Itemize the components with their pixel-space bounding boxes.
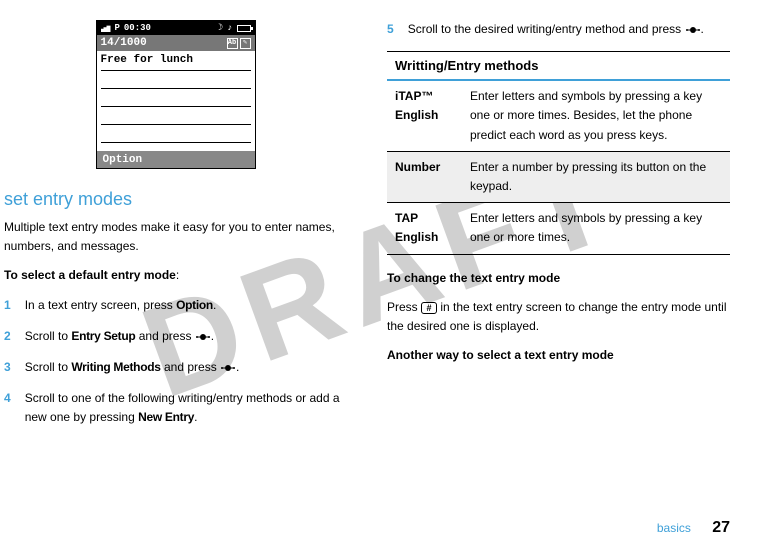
step-text: Scroll to Entry Setup and press .: [25, 327, 214, 346]
phone-status-bar: P 00:30 ☽ ♪: [97, 21, 255, 35]
step-number: 5: [387, 20, 394, 39]
text-fragment: Press: [387, 300, 421, 314]
step-3: 3 Scroll to Writing Methods and press .: [4, 358, 347, 377]
text-fragment: .: [194, 410, 197, 424]
ui-label: New Entry: [138, 410, 194, 424]
phone-counter-bar: 14/1000 Ab ✎: [97, 35, 255, 51]
method-desc: Enter a number by pressing its button on…: [462, 151, 730, 202]
select-heading-bold: To select a default entry mode: [4, 268, 176, 282]
status-time: 00:30: [124, 23, 151, 33]
step-text: Scroll to Writing Methods and press .: [25, 358, 240, 377]
right-column: 5 Scroll to the desired writing/entry me…: [387, 20, 730, 440]
text-fragment: .: [213, 298, 216, 312]
phone-text-line: Free for lunch: [101, 53, 251, 71]
method-label: Number: [387, 151, 462, 202]
step-1: 1 In a text entry screen, press Option.: [4, 296, 347, 315]
phone-empty-line: [101, 71, 251, 89]
table-row: Number Enter a number by pressing its bu…: [387, 151, 730, 202]
text-fragment: in the text entry screen to change the e…: [387, 300, 727, 333]
center-key-icon: [195, 332, 211, 342]
center-key-icon: [685, 25, 701, 35]
text-fragment: and press: [161, 360, 220, 374]
left-column: P 00:30 ☽ ♪ 14/1000 Ab ✎: [0, 20, 347, 440]
ui-label: Writing Methods: [71, 360, 160, 374]
step-5: 5 Scroll to the desired writing/entry me…: [387, 20, 730, 39]
mode-icon-2: ✎: [240, 38, 251, 49]
phone-softkey-bar: Option: [97, 151, 255, 168]
method-desc: Enter letters and symbols by pressing a …: [462, 80, 730, 151]
table-row: TAP English Enter letters and symbols by…: [387, 203, 730, 254]
step-text: Scroll to the desired writing/entry meth…: [408, 20, 704, 39]
text-fragment: .: [236, 360, 239, 374]
section-title: set entry modes: [4, 189, 347, 210]
step-2: 2 Scroll to Entry Setup and press .: [4, 327, 347, 346]
select-heading: To select a default entry mode:: [4, 266, 347, 285]
text-fragment: .: [701, 22, 704, 36]
table-row: iTAP™ English Enter letters and symbols …: [387, 80, 730, 151]
step-number: 1: [4, 296, 11, 315]
step-text: Scroll to one of the following writing/e…: [25, 389, 347, 427]
phone-empty-line: [101, 89, 251, 107]
text-fragment: Scroll to the desired writing/entry meth…: [408, 22, 685, 36]
ui-label: Entry Setup: [71, 329, 135, 343]
step-text: In a text entry screen, press Option.: [25, 296, 217, 315]
method-desc: Enter letters and symbols by pressing a …: [462, 203, 730, 254]
text-fragment: In a text entry screen, press: [25, 298, 176, 312]
char-counter: 14/1000: [101, 37, 147, 49]
step-4: 4 Scroll to one of the following writing…: [4, 389, 347, 427]
method-label: TAP English: [387, 203, 462, 254]
hash-key-icon: #: [421, 302, 437, 314]
step-number: 3: [4, 358, 11, 377]
phone-text-area: Free for lunch: [97, 51, 255, 151]
text-fragment: Scroll to: [25, 360, 72, 374]
steps-list-right: 5 Scroll to the desired writing/entry me…: [387, 20, 730, 39]
text-fragment: Scroll to: [25, 329, 72, 343]
center-key-icon: [220, 363, 236, 373]
phone-mockup: P 00:30 ☽ ♪ 14/1000 Ab ✎: [96, 20, 256, 169]
intro-paragraph: Multiple text entry modes make it easy f…: [4, 218, 347, 256]
step-number: 4: [4, 389, 11, 427]
ui-label: Option: [176, 298, 213, 312]
footer-page-number: 27: [712, 519, 730, 536]
method-label: iTAP™ English: [387, 80, 462, 151]
option-softkey: Option: [103, 154, 143, 166]
phone-empty-line: [101, 125, 251, 143]
signal-icon: [101, 24, 111, 32]
change-heading: To change the text entry mode: [387, 269, 730, 288]
page-footer: basics 27: [657, 519, 730, 537]
select-heading-colon: :: [176, 268, 179, 282]
step-number: 2: [4, 327, 11, 346]
phone-empty-line: [101, 107, 251, 125]
table-header: Writting/Entry methods: [387, 52, 730, 81]
status-p: P: [115, 23, 120, 33]
footer-section-label: basics: [657, 521, 691, 535]
mode-icon-1: Ab: [227, 38, 238, 49]
another-heading: Another way to select a text entry mode: [387, 346, 730, 365]
methods-table: Writting/Entry methods iTAP™ English Ent…: [387, 51, 730, 254]
phone-entered-text: Free for lunch: [101, 54, 193, 66]
text-fragment: and press: [135, 329, 194, 343]
text-fragment: .: [211, 329, 214, 343]
sound-icon: ♪: [227, 23, 232, 33]
steps-list: 1 In a text entry screen, press Option. …: [4, 296, 347, 428]
battery-icon: [237, 25, 251, 32]
change-paragraph: Press # in the text entry screen to chan…: [387, 298, 730, 336]
moon-icon: ☽: [218, 23, 223, 33]
